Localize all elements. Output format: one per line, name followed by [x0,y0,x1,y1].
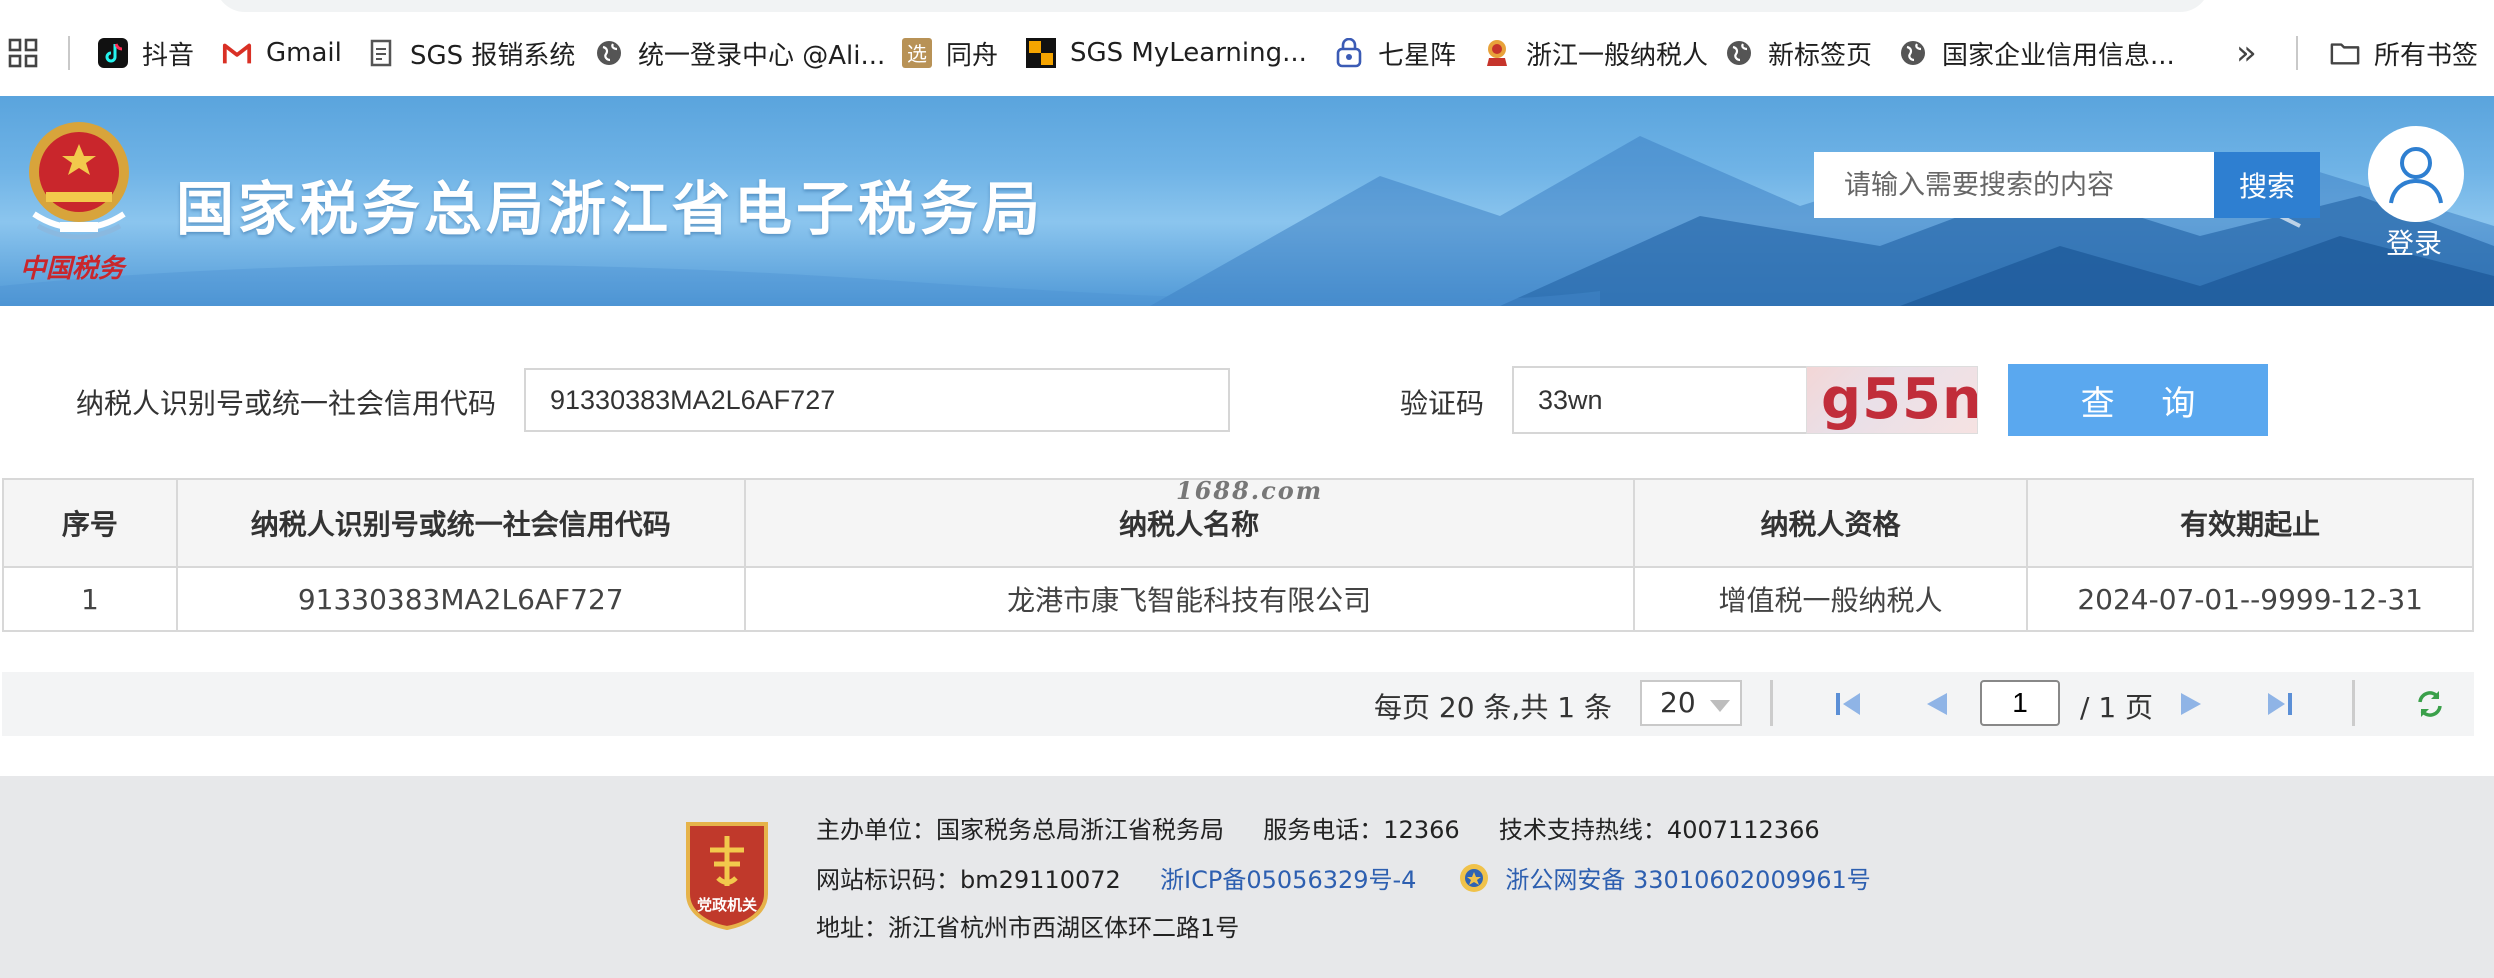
footer-host: 主办单位：国家税务总局浙江省税务局 [816,816,1224,844]
bookmark-sgs-mylearning[interactable]: SGS MyLearning... [1026,30,1307,76]
bookmark-label: 抖音 [142,40,195,71]
tax-badge-icon [1482,38,1512,68]
last-page-icon[interactable] [2262,686,2298,722]
bookmark-label: 同舟 [946,40,999,71]
bookmark-enterprise-credit[interactable]: 国家企业信用信息... [1898,30,2175,76]
refresh-icon[interactable] [2412,686,2448,722]
captcha-image[interactable]: g55n [1806,366,1978,434]
police-record-link[interactable]: 浙公网安备 33010602009961号 [1505,866,1870,894]
site-search-input[interactable] [1814,152,2214,218]
document-icon [366,38,396,68]
page-size-select[interactable]: 20 [1640,680,1742,726]
footer-service-phone: 服务电话：12366 [1263,816,1460,844]
bookmarks-overflow-button[interactable]: » [2236,30,2257,76]
pagination-bar: 每页 20 条,共 1 条 20 / 1 页 [2,672,2474,736]
captcha-label: 验证码 [1400,387,1485,420]
bookmark-label: 七星阵 [1378,40,1457,71]
bookmark-label: 浙江一般纳税人 [1526,40,1709,71]
bookmarks-bar: 抖音 Gmail SGS 报销系统 统一登录中心 @Ali... 选 同舟 SG… [0,0,2494,96]
overflow-chevron-icon: » [2236,33,2257,73]
pager-divider [1770,680,1773,726]
bookmark-gmail[interactable]: Gmail [222,30,342,76]
bookmark-label: Gmail [266,38,342,68]
next-page-icon[interactable] [2174,686,2210,722]
chevron-down-icon [1710,700,1730,712]
bookmark-zhejiang-taxpayer[interactable]: 浙江一般纳税人 [1482,30,1708,76]
captcha-text: g55n [1821,367,1978,432]
page-summary: 每页 20 条,共 1 条 [1374,691,1612,724]
bookmark-douyin[interactable]: 抖音 [98,30,194,76]
col-header-taxpayer-id: 纳税人识别号或统一社会信用代码 [175,478,746,568]
footer-address: 地址：浙江省杭州市西湖区体环二路1号 [816,914,1240,942]
cell-index: 1 [2,566,178,632]
bookmark-tongzhou[interactable]: 选 同舟 [902,30,998,76]
first-page-icon[interactable] [1830,686,1866,722]
cell-qualification: 增值税一般纳税人 [1632,566,2029,632]
login-link[interactable]: 登录 [2386,222,2442,262]
page-size-value: 20 [1660,686,1696,719]
footer-support-hotline: 技术支持热线：4007112366 [1498,816,1820,844]
cell-taxpayer-id: 91330383MA2L6AF727 [175,566,746,632]
col-header-validity-period: 有效期起止 [2026,478,2474,568]
svg-text:选: 选 [907,42,927,66]
emblem-calligraphy: 中国税务 [20,254,125,284]
all-bookmarks-button[interactable]: 所有书签 [2330,30,2478,76]
bookmark-new-tab[interactable]: 新标签页 [1724,30,1872,76]
table-row: 1 91330383MA2L6AF727 龙港市康飞智能科技有限公司 增值税一般… [2,566,2474,632]
bookmark-label: 国家企业信用信息... [1942,40,2175,71]
query-submit-button[interactable]: 查 询 [2008,364,2268,436]
bookmark-label: 新标签页 [1768,40,1873,71]
bookmark-qixingzhen[interactable]: 七星阵 [1334,30,1456,76]
taxpayer-id-label: 纳税人识别号或统一社会信用代码 [76,387,497,420]
globe-icon [594,38,624,68]
address-bar-bottom [215,0,2210,12]
tax-emblem-logo: 中国税务 [16,114,142,284]
bookmark-label: SGS 报销系统 [410,40,576,71]
badge-text: 党政机关 [696,896,757,914]
site-search-button[interactable]: 搜索 [2214,152,2320,218]
bookmarks-divider [2296,36,2298,70]
globe-icon [1724,38,1754,68]
total-pages: / 1 页 [2080,691,2154,724]
globe-icon [1898,38,1928,68]
taxpayer-id-input[interactable] [524,368,1230,432]
gmail-icon [222,38,252,68]
footer-site-id: 网站标识码：bm29110072 [816,866,1121,894]
police-badge-icon [1458,862,1490,900]
folder-icon [2330,38,2360,68]
col-header-index: 序号 [2,478,178,568]
site-title: 国家税务总局浙江省电子税务局 [176,175,1045,243]
current-page-input[interactable] [1980,680,2060,726]
bookmark-sgs-reimbursement[interactable]: SGS 报销系统 [366,30,575,76]
party-government-badge[interactable]: 党政机关 [680,818,774,931]
all-bookmarks-label: 所有书签 [2374,40,2479,71]
footer-line-2: 网站标识码：bm29110072 浙ICP备05056329号-4 浙公网安备 … [816,860,1871,900]
footer-line-1: 主办单位：国家税务总局浙江省税务局 服务电话：12366 技术支持热线：4007… [816,810,1820,845]
icp-link[interactable]: 浙ICP备05056329号-4 [1160,866,1416,894]
user-avatar-icon[interactable] [2368,126,2464,222]
pager-divider [2352,680,2355,726]
lock-icon [1334,38,1364,68]
douyin-icon [98,38,128,68]
bookmark-unified-login[interactable]: 统一登录中心 @Ali... [594,30,885,76]
prev-page-icon[interactable] [1918,686,1954,722]
col-header-taxpayer-qualification: 纳税人资格 [1632,478,2029,568]
bookmarks-divider [68,36,70,70]
captcha-input[interactable] [1512,366,1808,434]
site-header-banner: 中国税务 国家税务总局浙江省电子税务局 搜索 登录 [0,96,2494,306]
bookmark-label: SGS MyLearning... [1070,38,1307,68]
cell-validity: 2024-07-01--9999-12-31 [2026,566,2474,632]
watermark: 1688.com [1176,476,1324,505]
sgs-icon [1026,38,1056,68]
tongzhou-icon: 选 [902,38,932,68]
bookmark-label: 统一登录中心 @Ali... [638,40,886,71]
cell-taxpayer-name: 龙港市康飞智能科技有限公司 [743,566,1635,632]
site-footer: 党政机关 主办单位：国家税务总局浙江省税务局 服务电话：12366 技术支持热线… [0,776,2494,978]
apps-grid-icon[interactable] [8,30,38,76]
